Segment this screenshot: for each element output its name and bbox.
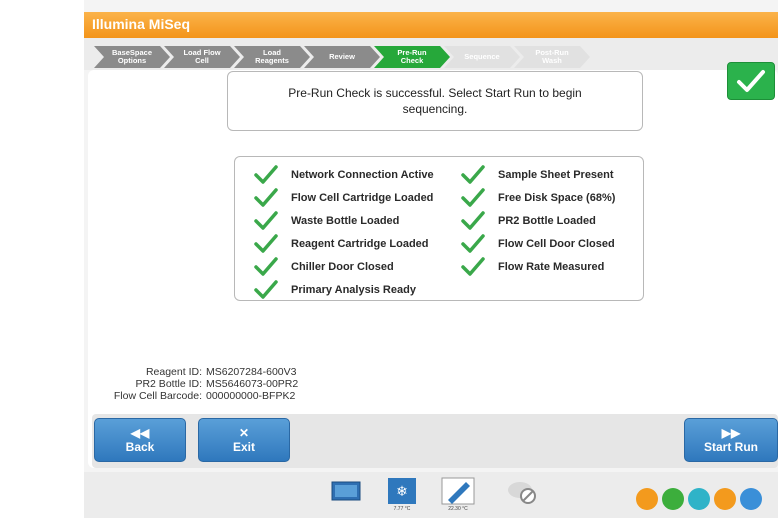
checkmark-icon — [737, 70, 765, 92]
checkmark-icon — [253, 280, 283, 300]
flow-cell-temperature: 22.30 °C — [448, 506, 468, 512]
check-item: Flow Cell Door Closed — [460, 234, 615, 254]
status-dot-green — [662, 488, 684, 510]
app-title: Illumina MiSeq — [92, 16, 191, 32]
check-item-label: Chiller Door Closed — [291, 261, 394, 273]
status-dot-teal — [688, 488, 710, 510]
checkmark-icon — [460, 234, 490, 254]
checkmark-icon — [460, 211, 490, 231]
step-post-run-wash: Post-Run Wash — [514, 46, 590, 68]
checkmark-icon — [253, 211, 283, 231]
check-item-label: Flow Rate Measured — [498, 261, 605, 273]
rewind-icon: ◀◀ — [130, 426, 150, 440]
check-item: Waste Bottle Loaded — [253, 211, 399, 231]
status-message-box: Pre-Run Check is successful. Select Star… — [227, 71, 643, 131]
check-item-label: Flow Cell Cartridge Loaded — [291, 192, 434, 204]
checkmark-icon — [253, 165, 283, 185]
chiller-snowflake-icon[interactable]: ❄ 7.77 °C — [384, 476, 420, 512]
exit-button[interactable]: ✕ Exit — [198, 418, 290, 462]
check-item: Sample Sheet Present — [460, 165, 614, 185]
check-item-label: PR2 Bottle Loaded — [498, 215, 596, 227]
check-item: Network Connection Active — [253, 165, 434, 185]
back-button[interactable]: ◀◀ Back — [94, 418, 186, 462]
chiller-temperature: 7.77 °C — [393, 506, 411, 512]
back-button-label: Back — [125, 440, 155, 454]
title-bar: Illumina MiSeq — [84, 12, 778, 38]
checkmark-icon — [460, 165, 490, 185]
step-load-flow-cell: Load Flow Cell — [164, 46, 240, 68]
id-value: MS5646073-00PR2 — [206, 378, 299, 390]
id-label: PR2 Bottle ID: — [135, 378, 202, 390]
check-item-label: Free Disk Space (68%) — [498, 192, 616, 204]
id-row: Flow Cell Barcode: 000000000-BFPK2 — [84, 390, 384, 402]
confirm-check-button[interactable] — [727, 62, 775, 100]
step-basespace-options: BaseSpace Options — [94, 46, 170, 68]
checkmark-icon — [253, 234, 283, 254]
monitor-icon[interactable] — [328, 476, 364, 510]
left-margin — [0, 0, 84, 518]
consumable-ids: Reagent ID: MS6207284-600V3 PR2 Bottle ID:… — [84, 366, 384, 402]
flow-cell-icon[interactable]: 22.30 °C — [440, 476, 476, 512]
fast-forward-icon: ▶▶ — [721, 426, 741, 440]
id-label: Flow Cell Barcode: — [113, 390, 202, 402]
id-row: PR2 Bottle ID: MS5646073-00PR2 — [84, 378, 384, 390]
id-value: MS6207284-600V3 — [206, 366, 297, 378]
id-label: Reagent ID: — [145, 366, 202, 378]
check-item: Reagent Cartridge Loaded — [253, 234, 429, 254]
miseq-app-window: Illumina MiSeq BaseSpace Options Load Flo… — [84, 0, 778, 518]
check-item-label: Reagent Cartridge Loaded — [291, 238, 429, 250]
check-item-label: Network Connection Active — [291, 169, 434, 181]
start-run-button[interactable]: ▶▶ Start Run — [684, 418, 778, 462]
check-item: Flow Cell Cartridge Loaded — [253, 188, 433, 208]
id-value: 000000000-BFPK2 — [206, 390, 296, 402]
checkmark-icon — [253, 188, 283, 208]
check-item-label: Primary Analysis Ready — [291, 284, 416, 296]
status-dot-orange-1 — [636, 488, 658, 510]
close-icon: ✕ — [238, 426, 250, 440]
checkmark-icon — [460, 257, 490, 277]
status-dot-orange-2 — [714, 488, 736, 510]
checkmark-icon — [460, 188, 490, 208]
check-item-label: Waste Bottle Loaded — [291, 215, 400, 227]
cloud-disconnected-icon[interactable] — [504, 476, 540, 510]
check-item: Free Disk Space (68%) — [460, 188, 615, 208]
workflow-step-bar: BaseSpace Options Load Flow Cell Load Reage… — [84, 38, 778, 70]
step-pre-run-check: Pre-Run Check — [374, 46, 450, 68]
step-review: Review — [304, 46, 380, 68]
svg-text:❄: ❄ — [396, 484, 408, 500]
checkmark-icon — [253, 257, 283, 277]
bottom-action-bar — [92, 414, 778, 468]
pre-run-checklist: Network Connection Active Flow Cell Cartr… — [234, 156, 644, 301]
id-row: Reagent ID: MS6207284-600V3 — [84, 366, 384, 378]
check-item-label: Flow Cell Door Closed — [498, 238, 615, 250]
exit-button-label: Exit — [232, 440, 255, 454]
check-item: Flow Rate Measured — [460, 257, 604, 277]
check-item: PR2 Bottle Loaded — [460, 211, 596, 231]
step-load-reagents: Load Reagents — [234, 46, 310, 68]
status-message: Pre-Run Check is successful. Select Star… — [288, 86, 582, 116]
check-item: Chiller Door Closed — [253, 257, 394, 277]
status-dot-blue — [740, 488, 762, 510]
start-run-button-label: Start Run — [704, 440, 758, 454]
check-item: Primary Analysis Ready — [253, 280, 416, 300]
step-sequence: Sequence — [444, 46, 520, 68]
check-item-label: Sample Sheet Present — [498, 169, 614, 181]
